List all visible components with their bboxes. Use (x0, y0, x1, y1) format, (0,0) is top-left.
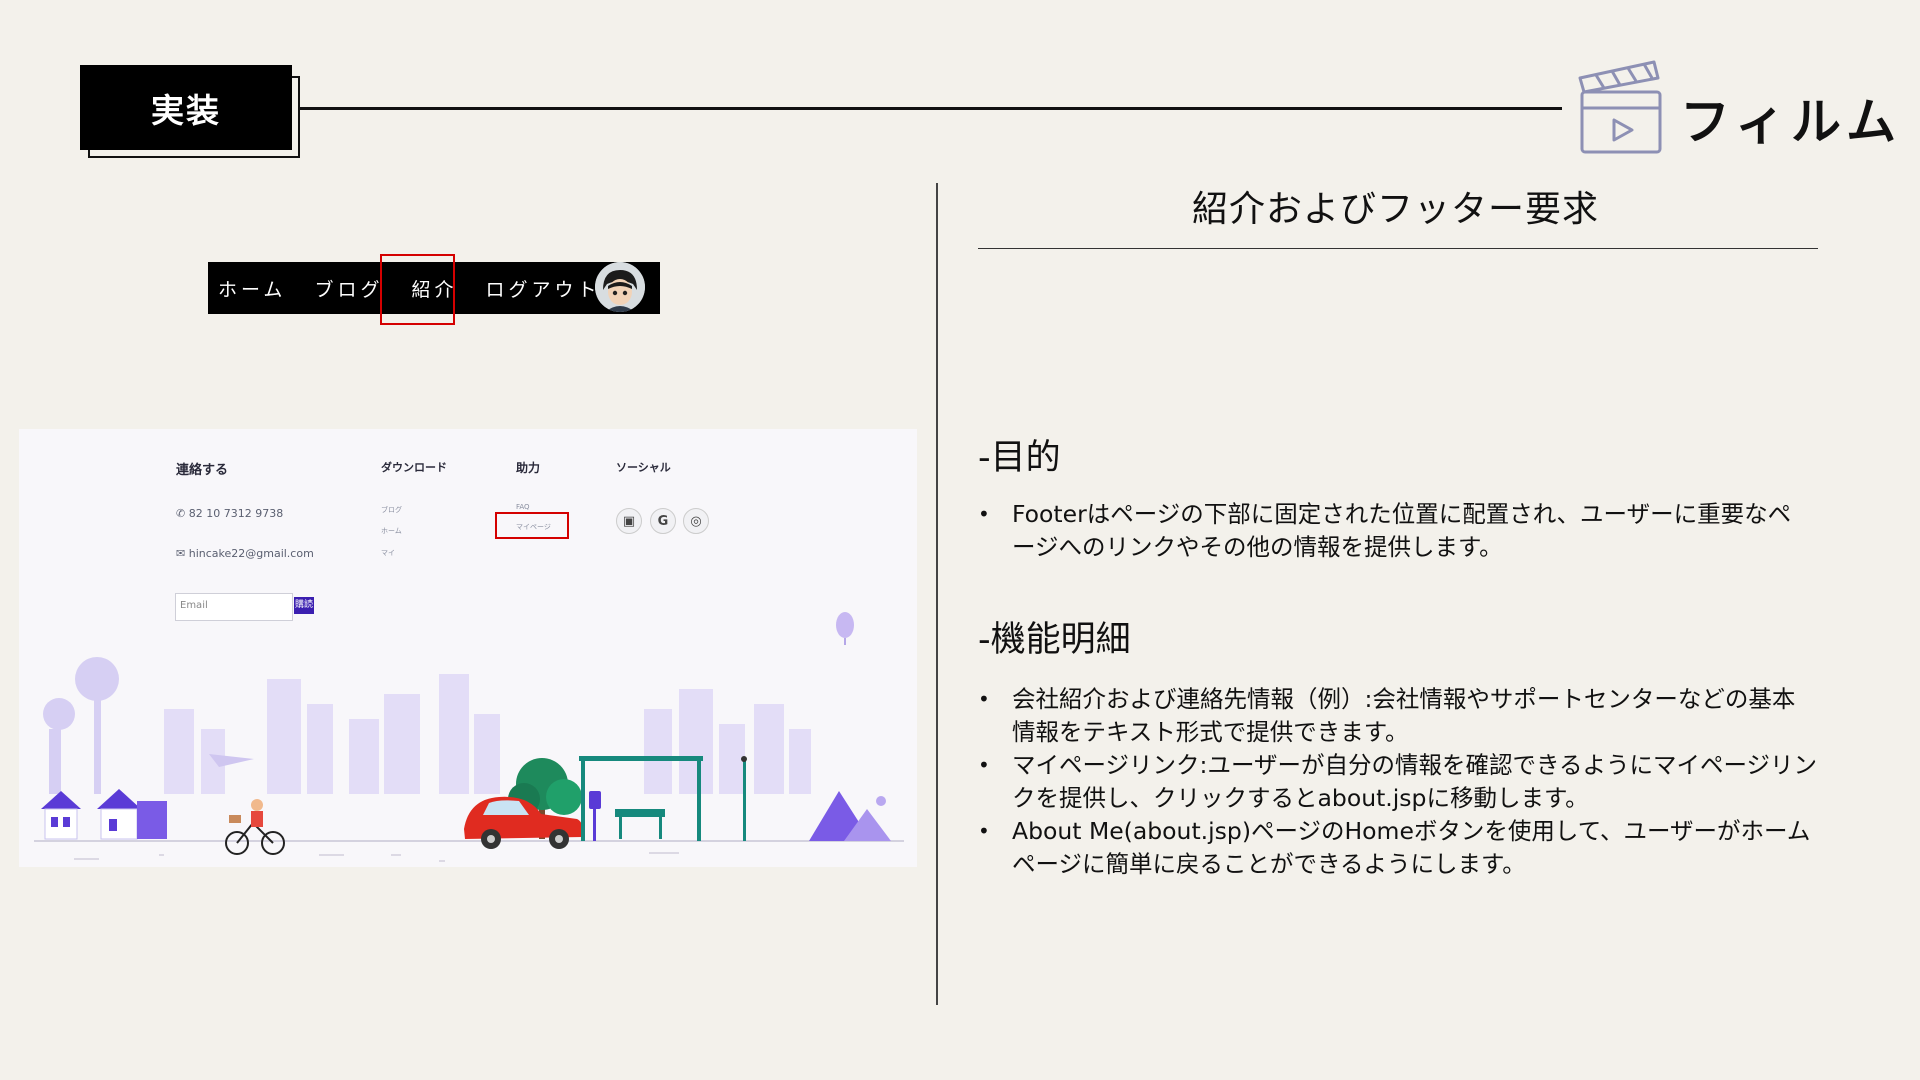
features-list: 会社紹介および連絡先情報（例）:会社情報やサポートセンターなどの基本情報をテキス… (978, 683, 1818, 881)
purpose-bullet: Footerはページの下部に固定された位置に配置され、ユーザーに重要なページへの… (978, 498, 1808, 564)
footer-help-heading: 助力 (516, 461, 541, 475)
footer-link-faq[interactable]: FAQ (516, 503, 530, 511)
footer-download-heading: ダウンロード (381, 461, 447, 474)
instagram-icon[interactable]: ◎ (683, 508, 709, 534)
vertical-divider (936, 183, 938, 1005)
mypage-highlight-box (495, 512, 569, 539)
mail-icon: ✉ (176, 547, 186, 560)
clapperboard-icon (1574, 58, 1664, 158)
nav-item-home[interactable]: ホーム (218, 275, 286, 302)
section-title: 紹介およびフッター要求 (1192, 189, 1600, 230)
header-divider (300, 107, 1562, 110)
section-badge: 実装 (80, 65, 292, 150)
google-icon[interactable]: G (650, 508, 676, 534)
footer-phone-text: 82 10 7312 9738 (188, 507, 284, 520)
footer-email-text: hincake22@gmail.com (188, 547, 314, 560)
purpose-list: Footerはページの下部に固定された位置に配置され、ユーザーに重要なページへの… (978, 498, 1808, 564)
feature-bullet-company-info: 会社紹介および連絡先情報（例）:会社情報やサポートセンターなどの基本情報をテキス… (978, 683, 1818, 749)
footer-link-my[interactable]: マイ (381, 548, 395, 558)
footer-contact-heading: 連絡する (176, 463, 229, 478)
brand-title: フィルム (1680, 93, 1902, 151)
city-illustration (34, 612, 904, 862)
footer-link-blog[interactable]: ブログ (381, 505, 402, 515)
line-icon[interactable]: ▣ (616, 508, 642, 534)
about-highlight-box (380, 254, 455, 325)
features-heading: -機能明細 (978, 620, 1131, 660)
avatar[interactable] (595, 262, 645, 312)
footer-phone: ✆ 82 10 7312 9738 (176, 507, 283, 520)
footer-link-home[interactable]: ホーム (381, 526, 402, 536)
purpose-heading: -目的 (978, 438, 1061, 478)
footer-email: ✉ hincake22@gmail.com (176, 547, 314, 560)
title-underline (978, 248, 1818, 249)
footer-screenshot: 連絡する ✆ 82 10 7312 9738 ✉ hincake22@gmail… (19, 429, 917, 867)
nav-item-logout[interactable]: ログアウト (485, 275, 600, 302)
phone-icon: ✆ (176, 507, 186, 520)
footer-social-heading: ソーシャル (616, 461, 671, 474)
feature-bullet-home-button: About Me(about.jsp)ページのHomeボタンを使用して、ユーザー… (978, 815, 1818, 881)
nav-item-blog[interactable]: ブログ (314, 275, 383, 302)
feature-bullet-mypage-link: マイページリンク:ユーザーが自分の情報を確認できるようにマイページリンクを提供し… (978, 749, 1818, 815)
